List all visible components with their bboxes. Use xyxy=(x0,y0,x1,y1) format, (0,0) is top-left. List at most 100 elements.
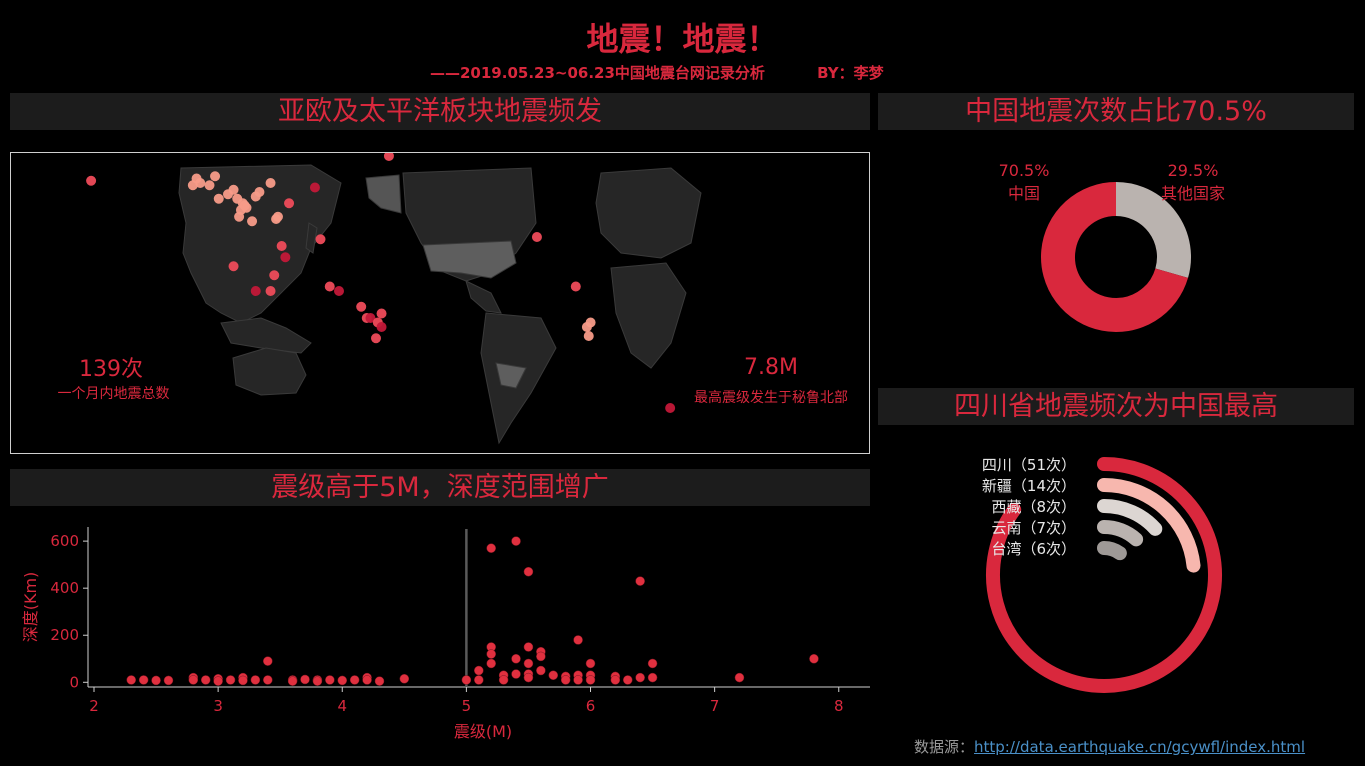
scatter-point xyxy=(536,651,546,662)
scatter-point xyxy=(560,675,571,685)
scatter-point xyxy=(238,675,248,686)
scatter-point xyxy=(263,675,273,685)
max-magnitude-label: 最高震级发生于秘鲁北部 xyxy=(694,390,848,406)
radial-bar-3 xyxy=(1097,520,1144,547)
scatter-point xyxy=(548,670,559,680)
map-point xyxy=(309,182,320,193)
china-share-donut: 70.5% 中国 29.5% 其他国家 xyxy=(999,161,1225,332)
map-point xyxy=(269,270,280,281)
map-point xyxy=(210,171,221,182)
scatter-point xyxy=(622,675,633,685)
scatter-point xyxy=(734,672,745,683)
radial-bar-label: 西藏（8次） xyxy=(991,498,1076,516)
map-point xyxy=(280,252,291,263)
scatter-point xyxy=(523,672,534,683)
donut-slice-percent: 29.5% xyxy=(1168,161,1219,180)
map-point xyxy=(213,193,224,204)
world-map-svg xyxy=(86,153,702,445)
map-point xyxy=(247,216,258,227)
map-point xyxy=(234,211,245,222)
subtitle-date-range: ——2019.05.23~06.23中国地震台网记录分析 xyxy=(430,64,765,82)
scatter-point xyxy=(635,672,645,683)
scatter-point xyxy=(188,675,199,685)
map-point xyxy=(376,308,387,319)
x-tick-label: 2 xyxy=(89,697,99,715)
scatter-point xyxy=(461,675,472,685)
scatter-point xyxy=(474,665,484,676)
scatter-point xyxy=(399,674,410,684)
map-point xyxy=(228,261,239,272)
x-tick-label: 4 xyxy=(337,697,347,715)
scatter-point xyxy=(486,658,496,669)
map-point xyxy=(204,180,215,191)
radial-bar-label: 四川（51次） xyxy=(982,456,1076,474)
map-point xyxy=(187,180,198,191)
earthquake-map: 139次 一个月内地震总数 7.8M 最高震级发生于秘鲁北部 xyxy=(10,152,870,454)
source-link[interactable]: http://data.earthquake.cn/gcywfl/index.h… xyxy=(974,738,1305,756)
author-credit: BY：李梦 xyxy=(817,64,884,82)
map-point xyxy=(315,234,326,245)
map-panel-heading: 亚欧及太平洋板块地震频发 xyxy=(10,93,870,130)
max-magnitude-value: 7.8M xyxy=(744,355,798,380)
scatter-point xyxy=(585,658,596,669)
y-tick-label: 200 xyxy=(50,626,79,644)
scatter-point xyxy=(151,675,161,686)
scatter-point xyxy=(809,654,819,664)
total-count-value: 139次 xyxy=(79,357,143,382)
scatter-axes: 2 3 4 5 6 7 8 0 200 400 600 xyxy=(50,527,870,715)
scatter-point xyxy=(225,675,236,685)
radial-bar-label: 云南（7次） xyxy=(991,519,1076,537)
scatter-point xyxy=(523,566,534,577)
map-point xyxy=(265,178,276,188)
y-axis-label: 深度(Km) xyxy=(21,572,40,643)
page-subtitle: ——2019.05.23~06.23中国地震台网记录分析 BY：李梦 xyxy=(430,62,884,83)
map-point xyxy=(356,301,367,312)
y-tick-label: 400 xyxy=(50,579,79,597)
scatter-point xyxy=(474,675,484,685)
scatter-point xyxy=(374,676,385,686)
map-point xyxy=(324,281,335,292)
scatter-point xyxy=(610,675,621,685)
radial-bar-label: 新疆（14次） xyxy=(982,477,1076,495)
x-tick-label: 5 xyxy=(462,697,472,715)
map-point xyxy=(585,317,596,328)
land-africa xyxy=(610,262,687,369)
map-point xyxy=(383,153,394,161)
scatter-point xyxy=(263,656,273,666)
depth-magnitude-scatter: 2 3 4 5 6 7 8 0 200 400 600 震级(M) 深度(Km) xyxy=(21,527,870,741)
map-point xyxy=(265,286,276,296)
land-central-america xyxy=(465,280,502,314)
scatter-point xyxy=(325,675,335,685)
radial-panel-heading: 四川省地震频次为中国最高 xyxy=(878,388,1354,425)
x-axis-label: 震级(M) xyxy=(454,722,512,741)
total-count-label: 一个月内地震总数 xyxy=(57,386,170,402)
source-label: 数据源： xyxy=(914,738,975,756)
y-tick-label: 0 xyxy=(69,673,79,691)
scatter-point xyxy=(362,675,372,685)
scatter-point xyxy=(585,675,596,685)
scatter-point xyxy=(126,675,136,685)
data-source: 数据源：http://data.earthquake.cn/gcywfl/ind… xyxy=(914,736,1305,757)
scatter-point xyxy=(486,649,496,659)
donut-slice-others xyxy=(1115,182,1191,278)
scatter-point xyxy=(511,669,521,679)
scatter-point xyxy=(349,675,360,685)
x-tick-label: 7 xyxy=(710,697,720,715)
map-point xyxy=(570,281,581,292)
map-point xyxy=(284,198,295,209)
land-alaska xyxy=(365,174,402,214)
radial-bar-label: 台湾（6次） xyxy=(991,540,1076,558)
pie-panel-heading: 中国地震次数占比70.5% xyxy=(878,93,1354,130)
scatter-point xyxy=(573,675,583,685)
land-australia xyxy=(232,347,307,396)
map-point xyxy=(232,193,243,204)
map-point xyxy=(531,232,542,242)
scatter-point xyxy=(300,674,310,685)
scatter-point xyxy=(213,676,223,686)
scatter-point xyxy=(511,654,521,664)
province-radial-bar: 四川（51次） 新疆（14次） 西藏（8次） 云南（7次） 台湾（6次） xyxy=(982,456,1222,693)
land-europe xyxy=(595,167,702,259)
scatter-point xyxy=(635,576,645,586)
x-tick-label: 3 xyxy=(213,697,223,715)
y-tick-label: 600 xyxy=(50,532,79,550)
